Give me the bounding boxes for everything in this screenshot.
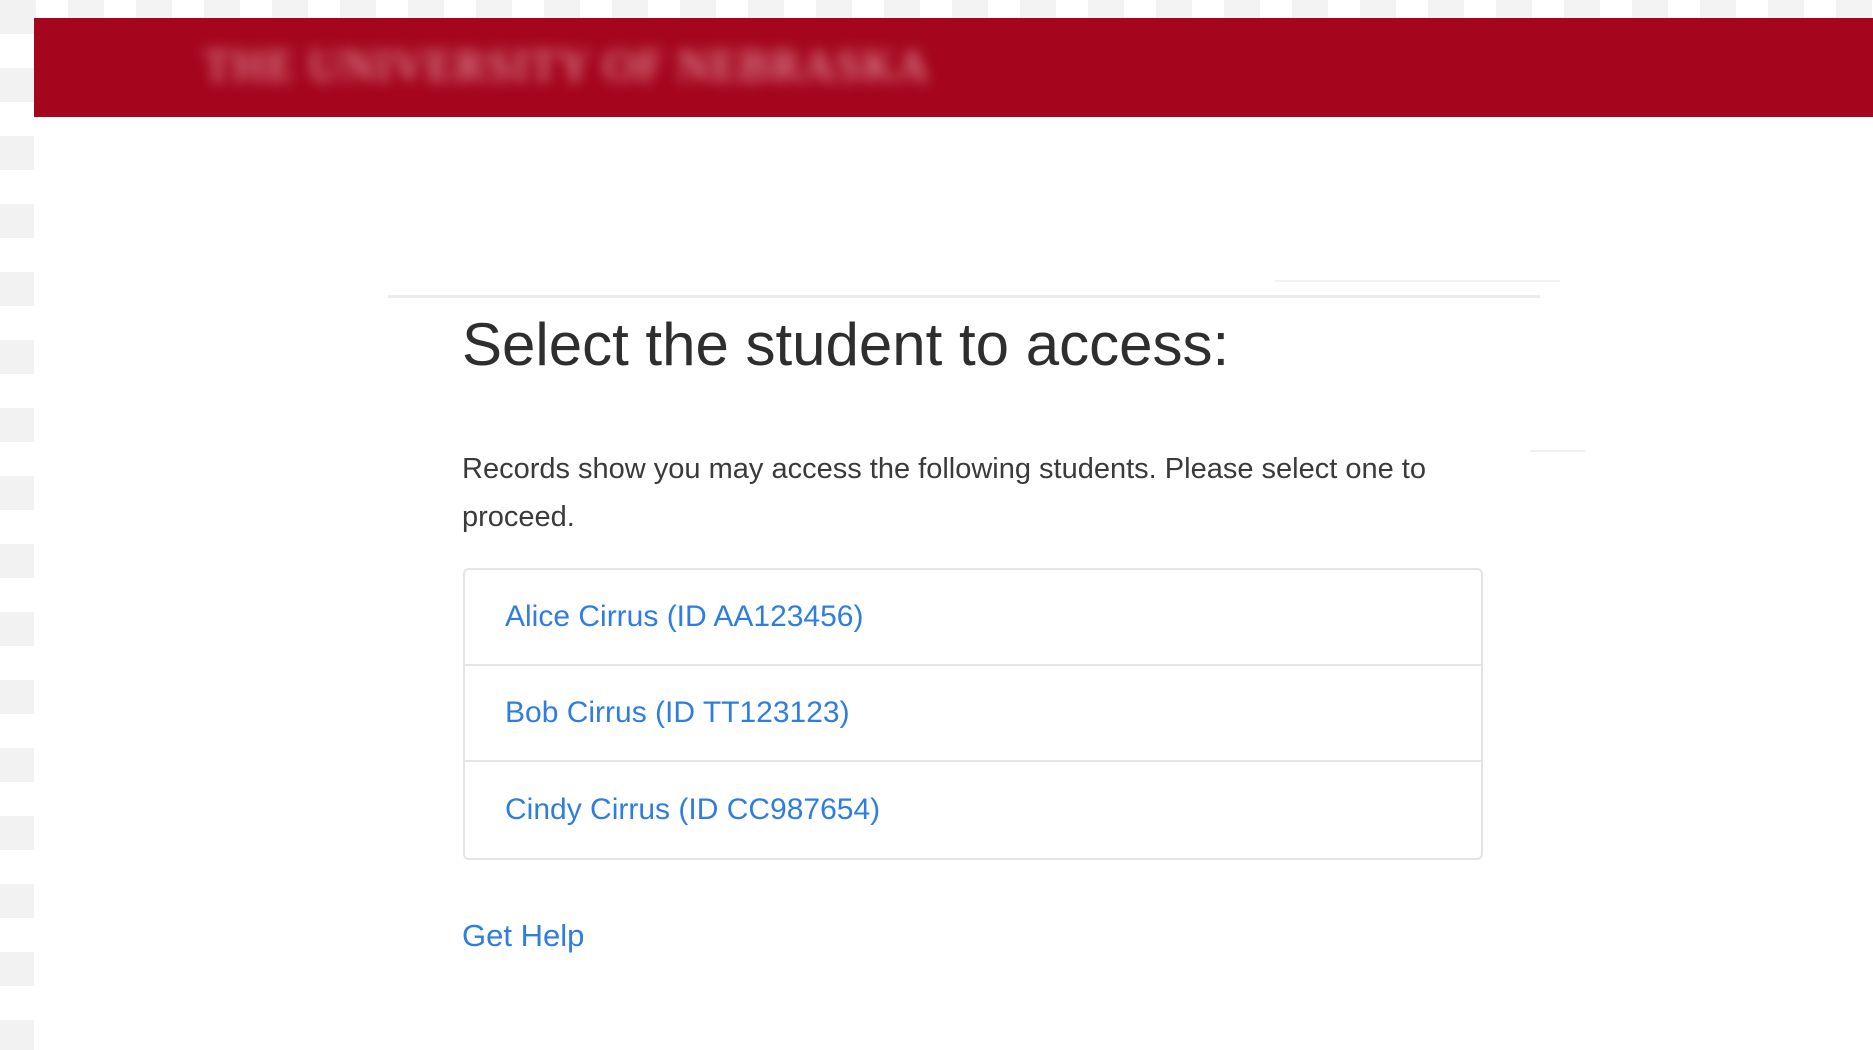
student-link-cindy[interactable]: Cindy Cirrus (ID CC987654) xyxy=(505,793,880,827)
list-item[interactable]: Cindy Cirrus (ID CC987654) xyxy=(465,762,1481,858)
header-bar: THE UNIVERSITY OF NEBRASKA xyxy=(34,18,1873,117)
page-title: Select the student to access: xyxy=(462,311,1230,378)
divider-faint-right xyxy=(1530,450,1585,452)
student-link-bob[interactable]: Bob Cirrus (ID TT123123) xyxy=(505,696,850,730)
divider-faint xyxy=(1275,280,1560,282)
divider xyxy=(388,295,1540,298)
list-item[interactable]: Alice Cirrus (ID AA123456) xyxy=(465,570,1481,666)
page: THE UNIVERSITY OF NEBRASKA Select the st… xyxy=(0,0,1873,1050)
top-edge-pattern xyxy=(0,0,1873,18)
intro-text: Records show you may access the followin… xyxy=(462,453,1426,533)
student-link-alice[interactable]: Alice Cirrus (ID AA123456) xyxy=(505,600,863,634)
student-list: Alice Cirrus (ID AA123456) Bob Cirrus (I… xyxy=(463,568,1483,860)
get-help-link[interactable]: Get Help xyxy=(462,918,584,954)
list-item[interactable]: Bob Cirrus (ID TT123123) xyxy=(465,666,1481,762)
university-logo[interactable]: THE UNIVERSITY OF NEBRASKA xyxy=(204,40,930,91)
left-edge-pattern xyxy=(0,0,34,1050)
